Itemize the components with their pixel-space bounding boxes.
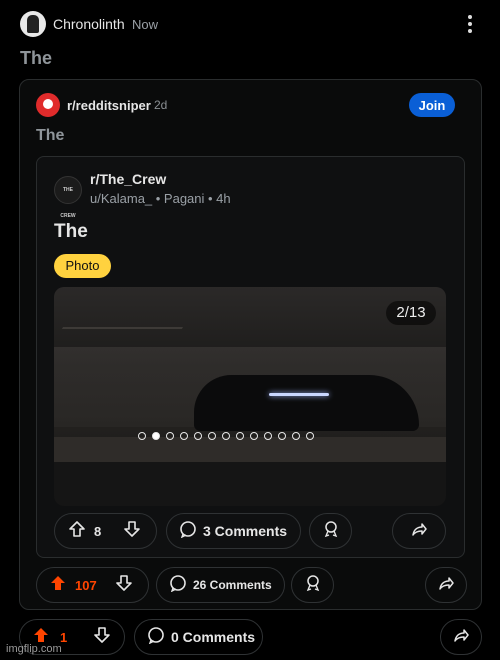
post-comments-button[interactable]: 0 Comments [134, 619, 263, 655]
award-icon [322, 520, 340, 543]
imgflip-watermark: imgflip.com [6, 643, 62, 655]
gallery-dot[interactable] [194, 432, 202, 440]
gallery-dot[interactable] [236, 432, 244, 440]
author-avatar[interactable] [20, 11, 46, 37]
share-icon [452, 626, 470, 649]
crosspost-comments-count: 26 Comments [193, 578, 272, 592]
nested-upvote-count: 8 [94, 523, 102, 539]
the-crew-icon[interactable]: THE CREW [54, 176, 82, 219]
crosspost-time: 2d [154, 98, 168, 112]
image-gallery[interactable]: 2/13 [54, 287, 446, 506]
downvote-icon[interactable] [123, 520, 141, 543]
crosspost-share-button[interactable] [425, 567, 467, 603]
gallery-dot[interactable] [264, 432, 272, 440]
award-icon [304, 574, 322, 597]
subreddit-icon[interactable] [36, 93, 60, 117]
post-comments-count: 0 Comments [171, 629, 256, 645]
crosspost-award-button[interactable] [291, 567, 334, 603]
comment-icon [179, 520, 197, 543]
upvote-icon[interactable] [49, 574, 67, 597]
downvote-icon[interactable] [115, 574, 133, 597]
gallery-dot[interactable] [250, 432, 258, 440]
nested-post-title: The [54, 221, 88, 242]
nested-comments-count: 3 Comments [203, 523, 288, 539]
gallery-dot[interactable] [278, 432, 286, 440]
downvote-icon[interactable] [93, 626, 111, 649]
gallery-dot[interactable] [166, 432, 174, 440]
upvote-icon[interactable] [68, 520, 86, 543]
author-name[interactable]: Chronolinth [53, 16, 125, 32]
gallery-dot[interactable] [208, 432, 216, 440]
gallery-dot[interactable] [138, 432, 146, 440]
gallery-dot[interactable] [152, 432, 160, 440]
crosspost-vote-bar: 107 [36, 567, 149, 603]
post-time: Now [132, 17, 159, 32]
comment-icon [169, 574, 187, 597]
comment-icon [147, 626, 165, 649]
gallery-dot[interactable] [180, 432, 188, 440]
gallery-dot[interactable] [222, 432, 230, 440]
nested-award-button[interactable] [309, 513, 352, 549]
post-share-button[interactable] [440, 619, 482, 655]
join-button[interactable]: Join [409, 93, 455, 117]
more-options-icon[interactable] [464, 13, 476, 37]
crosspost-upvote-count: 107 [75, 577, 97, 593]
flair-badge[interactable]: Photo [54, 254, 111, 278]
nested-vote-bar: 8 [54, 513, 157, 549]
nested-post-meta: u/Kalama_ • Pagani • 4h [90, 191, 231, 206]
gallery-dot[interactable] [292, 432, 300, 440]
crosspost-title: The [36, 127, 65, 144]
gallery-dots[interactable] [138, 432, 368, 442]
share-icon [437, 574, 455, 597]
share-icon [410, 520, 428, 543]
nested-share-button[interactable] [392, 513, 446, 549]
nested-subreddit-name[interactable]: r/The_Crew [90, 171, 166, 187]
post-title: The [20, 48, 53, 68]
gallery-counter: 2/13 [386, 301, 436, 325]
gallery-dot[interactable] [306, 432, 314, 440]
nested-comments-button[interactable]: 3 Comments [166, 513, 301, 549]
crosspost-comments-button[interactable]: 26 Comments [156, 567, 285, 603]
subreddit-name[interactable]: r/redditsniper [67, 98, 151, 113]
